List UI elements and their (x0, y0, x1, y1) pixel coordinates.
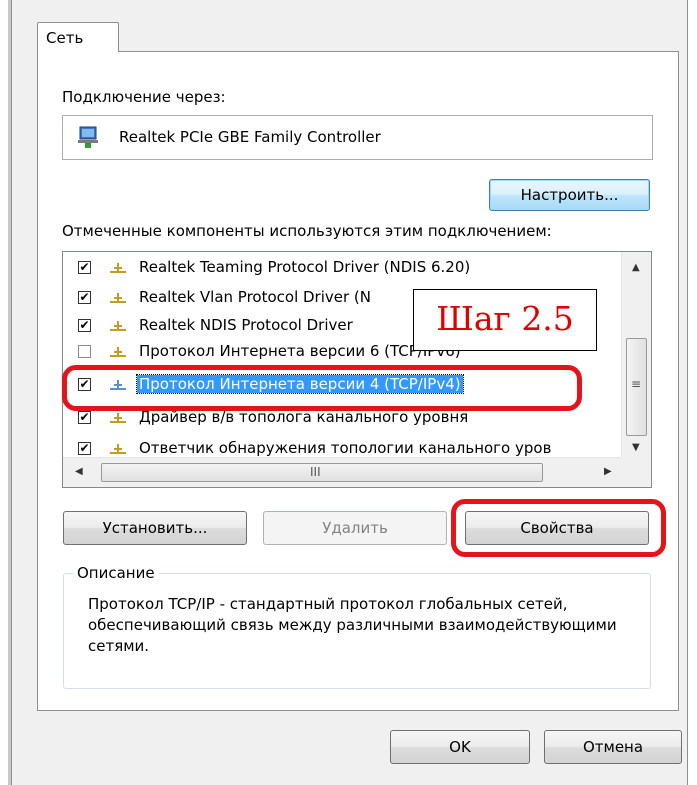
adapter-field: Realtek PCIe GBE Family Controller (62, 115, 653, 160)
component-checkbox[interactable]: ✔ (78, 411, 91, 424)
adapter-name: Realtek PCIe GBE Family Controller (119, 128, 381, 146)
scroll-left-icon[interactable]: ◀ (75, 466, 83, 477)
network-adapter-icon (78, 126, 98, 148)
window-frame-left (0, 0, 12, 785)
component-checkbox[interactable]: ✔ (78, 291, 91, 304)
horizontal-scrollbar[interactable]: ◀ III ▶ (63, 457, 623, 487)
scroll-down-icon[interactable]: ▼ (632, 442, 640, 453)
vertical-scrollbar[interactable]: ▲ ≡ ▼ (621, 252, 651, 458)
component-label: Ответчик обнаружения топологии канальног… (139, 439, 552, 457)
component-checkbox[interactable]: ✔ (78, 442, 91, 455)
highlight-ipv4-annotation (62, 365, 582, 411)
install-button[interactable]: Установить... (63, 511, 247, 545)
description-title: Описание (73, 564, 159, 582)
hgrip-icon: III (310, 465, 321, 479)
protocol-icon (110, 347, 126, 357)
component-label: Realtek Teaming Protocol Driver (NDIS 6.… (139, 258, 471, 276)
scrollbar-corner (621, 457, 651, 487)
network-properties-dialog: Сеть Подключение через: Realtek PCIe GBE… (0, 0, 697, 785)
protocol-icon (110, 413, 126, 423)
component-checkbox[interactable] (78, 345, 91, 358)
grip-icon: ≡ (631, 377, 642, 391)
horizontal-scroll-thumb[interactable]: III (101, 463, 543, 482)
cancel-button[interactable]: Отмена (544, 730, 682, 764)
list-item[interactable]: ✔ Realtek Teaming Protocol Driver (NDIS … (63, 256, 615, 282)
description-text: Протокол TCP/IP - стандартный протокол г… (88, 595, 617, 655)
components-label: Отмеченные компоненты используются этим … (62, 222, 552, 240)
window-frame-right (687, 0, 697, 785)
ok-button[interactable]: OK (390, 730, 530, 764)
highlight-properties-annotation (451, 499, 666, 557)
protocol-icon (110, 444, 126, 454)
vertical-scroll-thumb[interactable]: ≡ (626, 338, 647, 436)
protocol-icon (110, 293, 126, 303)
configure-button[interactable]: Настроить... (489, 179, 650, 211)
component-label: Realtek Vlan Protocol Driver (N (139, 288, 372, 306)
protocol-icon (110, 263, 126, 273)
tab-network[interactable]: Сеть (37, 22, 119, 52)
step-annotation-label: Шаг 2.5 (413, 289, 597, 351)
component-label: Realtek NDIS Protocol Driver (139, 316, 353, 334)
connect-via-label: Подключение через: (62, 88, 226, 106)
scroll-right-icon[interactable]: ▶ (604, 466, 612, 477)
component-checkbox[interactable]: ✔ (78, 319, 91, 332)
protocol-icon (110, 321, 126, 331)
scroll-up-icon[interactable]: ▲ (632, 262, 640, 273)
component-checkbox[interactable]: ✔ (78, 261, 91, 274)
uninstall-button[interactable]: Удалить (263, 511, 447, 545)
